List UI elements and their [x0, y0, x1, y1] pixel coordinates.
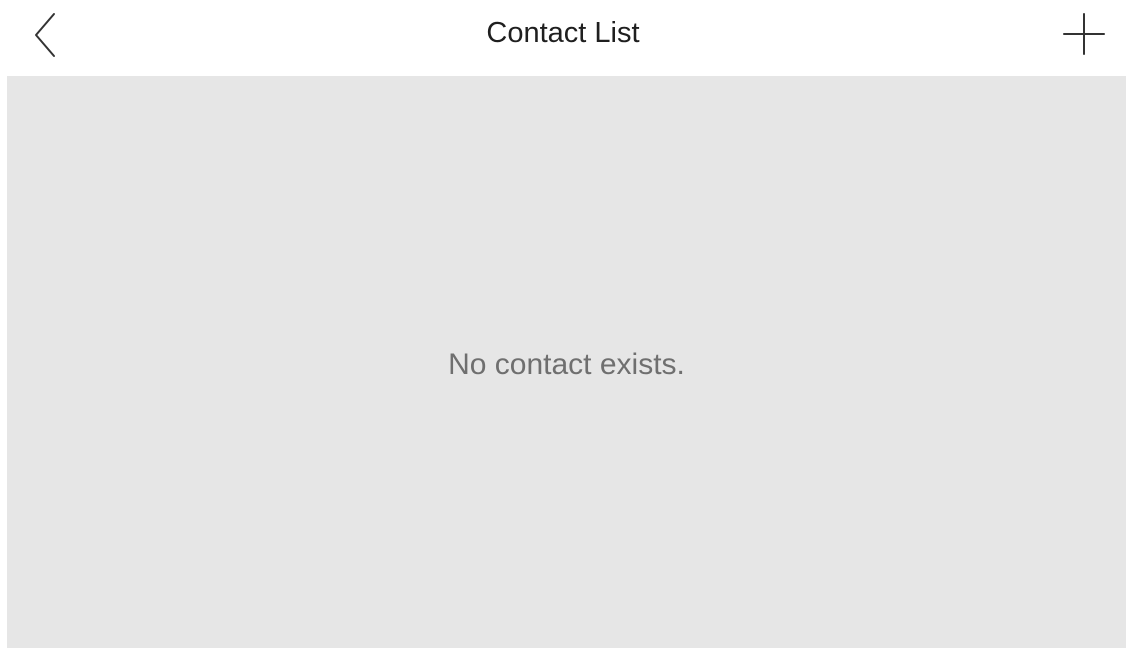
chevron-left-icon [35, 13, 55, 57]
contact-list-screen: Contact List No contact exists. [0, 0, 1126, 648]
add-contact-button[interactable] [1058, 8, 1110, 60]
back-button[interactable] [22, 8, 70, 60]
plus-icon [1063, 13, 1105, 55]
contact-list-area: No contact exists. [7, 76, 1126, 648]
empty-state-message: No contact exists. [448, 348, 685, 381]
page-title: Contact List [486, 17, 640, 49]
header-bar: Contact List [0, 0, 1126, 76]
